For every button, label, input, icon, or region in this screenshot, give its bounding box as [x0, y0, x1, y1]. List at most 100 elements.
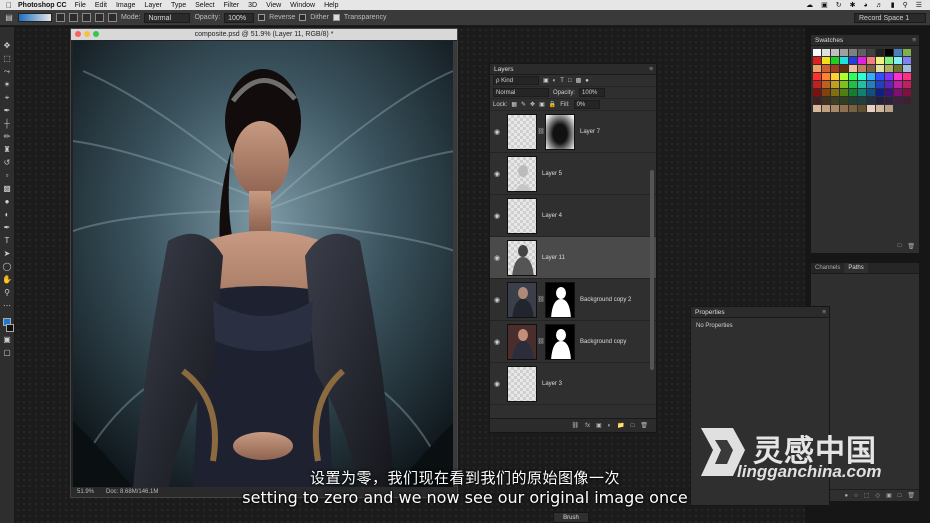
- radial-gradient-button[interactable]: [69, 13, 78, 22]
- menu-help[interactable]: Help: [324, 2, 338, 9]
- visibility-eye-icon[interactable]: ◉: [490, 212, 504, 220]
- color-swatch[interactable]: [867, 57, 875, 64]
- workspace-switcher[interactable]: Record Space 1: [854, 12, 926, 23]
- color-swatch[interactable]: [858, 105, 866, 112]
- color-swatch[interactable]: [840, 57, 848, 64]
- menu-window[interactable]: Window: [290, 2, 315, 9]
- bluetooth-icon[interactable]: ✱: [850, 1, 856, 9]
- layer-row[interactable]: ◉ ⛓ Background copy: [490, 321, 656, 363]
- color-swatch[interactable]: [894, 65, 902, 72]
- color-swatch[interactable]: [813, 81, 821, 88]
- visibility-eye-icon[interactable]: ◉: [490, 380, 504, 388]
- minimize-window-button[interactable]: [84, 31, 90, 37]
- color-swatch[interactable]: [849, 57, 857, 64]
- color-swatch[interactable]: [849, 81, 857, 88]
- eraser-tool-icon[interactable]: ▫: [2, 171, 12, 181]
- menu-select[interactable]: Select: [195, 2, 214, 9]
- move-tool-icon[interactable]: ✥: [2, 41, 12, 51]
- color-swatch[interactable]: [831, 49, 839, 56]
- layer-name[interactable]: Layer 7: [580, 129, 600, 135]
- gradient-tool-icon[interactable]: ▤: [4, 13, 14, 23]
- adjustment-filter-icon[interactable]: ◐: [553, 78, 557, 84]
- layer-thumbnail[interactable]: [507, 281, 537, 318]
- blur-tool-icon[interactable]: ●: [2, 197, 12, 207]
- layer-thumbnail[interactable]: [507, 239, 537, 276]
- new-group-icon[interactable]: 📁: [617, 422, 624, 429]
- menu-type[interactable]: Type: [171, 2, 186, 9]
- pixel-filter-icon[interactable]: ▣: [543, 77, 549, 84]
- color-swatch[interactable]: [813, 89, 821, 96]
- search-icon[interactable]: ⚲: [903, 1, 908, 9]
- color-swatch[interactable]: [867, 65, 875, 72]
- delete-swatch-icon[interactable]: 🗑: [907, 243, 915, 253]
- color-swatch[interactable]: [876, 65, 884, 72]
- visibility-eye-icon[interactable]: ◉: [490, 338, 504, 346]
- color-swatch[interactable]: [831, 105, 839, 112]
- menu-view[interactable]: View: [266, 2, 281, 9]
- color-swatch[interactable]: [894, 105, 902, 112]
- color-swatch[interactable]: [813, 49, 821, 56]
- lock-artboard-icon[interactable]: ▣: [539, 101, 545, 108]
- color-swatch[interactable]: [876, 97, 884, 104]
- color-swatch[interactable]: [894, 49, 902, 56]
- color-swatch[interactable]: [885, 65, 893, 72]
- color-swatch[interactable]: [867, 81, 875, 88]
- color-swatch[interactable]: [831, 73, 839, 80]
- layer-row[interactable]: ◉ ⛓ Layer 7: [490, 111, 656, 153]
- color-swatch[interactable]: [840, 97, 848, 104]
- layer-row[interactable]: ◉ ⛓ Background copy 2: [490, 279, 656, 321]
- smart-object-filter-icon[interactable]: ▩: [576, 77, 582, 84]
- color-swatch[interactable]: [813, 65, 821, 72]
- creative-cloud-icon[interactable]: ☁: [806, 1, 813, 9]
- notifications-icon[interactable]: ☰: [916, 1, 922, 9]
- gradient-tool-icon[interactable]: ▩: [2, 184, 12, 194]
- color-swatch[interactable]: [867, 89, 875, 96]
- visibility-eye-icon[interactable]: ◉: [490, 254, 504, 262]
- menu-app-name[interactable]: Photoshop CC: [18, 2, 67, 9]
- color-swatch[interactable]: [867, 73, 875, 80]
- layer-row[interactable]: ◉ Layer 4: [490, 195, 656, 237]
- layer-thumbnail[interactable]: [507, 365, 537, 402]
- more-tools-icon[interactable]: ⋯: [2, 301, 12, 311]
- color-swatch[interactable]: [867, 97, 875, 104]
- color-swatch[interactable]: [831, 89, 839, 96]
- color-swatch[interactable]: [813, 73, 821, 80]
- wifi-icon[interactable]: ◕: [863, 2, 867, 9]
- transparency-checkbox[interactable]: [332, 14, 340, 21]
- new-swatch-icon[interactable]: □: [898, 243, 902, 253]
- color-swatch[interactable]: [876, 105, 884, 112]
- color-swatch[interactable]: [876, 81, 884, 88]
- quick-mask-icon[interactable]: ▣: [2, 335, 12, 345]
- shape-tool-icon[interactable]: ◯: [2, 262, 12, 272]
- color-swatch[interactable]: [885, 89, 893, 96]
- layers-panel-header[interactable]: Layers ≡: [490, 64, 656, 75]
- color-swatch[interactable]: [831, 97, 839, 104]
- layer-name[interactable]: Background copy: [580, 339, 626, 345]
- color-swatch[interactable]: [894, 89, 902, 96]
- layer-row[interactable]: ◉ Layer 3: [490, 363, 656, 405]
- layer-thumbnail[interactable]: [507, 323, 537, 360]
- color-swatch[interactable]: [831, 65, 839, 72]
- document-titlebar[interactable]: composite.psd @ 51.9% (Layer 11, RGB/8) …: [71, 29, 457, 40]
- layer-name[interactable]: Background copy 2: [580, 297, 631, 303]
- background-color-swatch[interactable]: [6, 324, 14, 332]
- layer-thumbnail[interactable]: [507, 113, 537, 150]
- color-swatch[interactable]: [822, 57, 830, 64]
- color-swatch[interactable]: [858, 81, 866, 88]
- color-swatch[interactable]: [858, 49, 866, 56]
- new-layer-icon[interactable]: □: [631, 423, 635, 429]
- layer-row[interactable]: ◉ Layer 5: [490, 153, 656, 195]
- menu-filter[interactable]: Filter: [224, 2, 240, 9]
- layer-name[interactable]: Layer 11: [542, 255, 565, 261]
- color-swatch[interactable]: [849, 97, 857, 104]
- add-mask-icon[interactable]: ▣: [596, 422, 602, 429]
- filter-toggle-icon[interactable]: ●: [585, 78, 589, 84]
- layer-row-selected[interactable]: ◉ Layer 11: [490, 237, 656, 279]
- history-brush-tool-icon[interactable]: ↺: [2, 158, 12, 168]
- image-canvas[interactable]: [73, 41, 455, 489]
- dodge-tool-icon[interactable]: ◐: [2, 210, 12, 220]
- color-swatch[interactable]: [831, 57, 839, 64]
- color-swatch[interactable]: [903, 97, 911, 104]
- menu-layer[interactable]: Layer: [144, 2, 162, 9]
- color-swatch[interactable]: [858, 73, 866, 80]
